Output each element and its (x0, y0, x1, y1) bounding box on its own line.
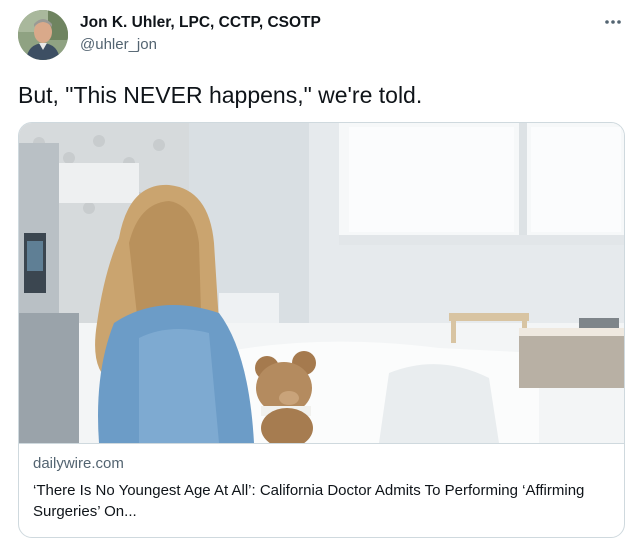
card-body[interactable]: dailywire.com ‘There Is No Youngest Age … (19, 443, 624, 537)
more-horizontal-icon[interactable] (601, 12, 625, 32)
tweet-header: Jon K. Uhler, LPC, CCTP, CSOTP @uhler_jo… (18, 10, 625, 62)
avatar[interactable] (18, 10, 68, 60)
tweet-text: But, "This NEVER happens," we're told. (18, 82, 423, 108)
card-domain: dailywire.com (33, 455, 124, 472)
link-card[interactable]: dailywire.com ‘There Is No Youngest Age … (18, 122, 625, 538)
card-title: ‘There Is No Youngest Age At All’: Calif… (33, 482, 585, 520)
author-names: Jon K. Uhler, LPC, CCTP, CSOTP @uhler_jo… (80, 13, 321, 55)
author-display-name[interactable]: Jon K. Uhler, LPC, CCTP, CSOTP (80, 13, 321, 33)
author-handle[interactable]: @uhler_jon (80, 35, 321, 55)
card-image[interactable] (19, 123, 624, 443)
